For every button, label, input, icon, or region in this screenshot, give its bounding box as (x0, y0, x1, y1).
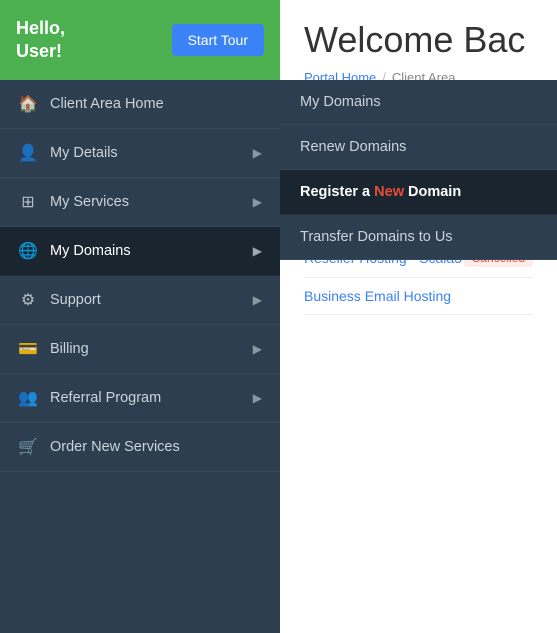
service-row-2: Business Email Hosting (304, 278, 533, 315)
sidebar-item-label: Referral Program (50, 390, 161, 406)
sidebar-item-label: Order New Services (50, 439, 180, 455)
services-icon: ⊞ (18, 192, 38, 212)
home-icon: 🏠 (18, 94, 38, 114)
dropdown-item-label: Transfer Domains to Us (300, 229, 453, 245)
dropdown-item-transfer-domains[interactable]: Transfer Domains to Us (280, 215, 557, 260)
chevron-right-icon: ▶ (253, 293, 262, 307)
chevron-right-icon: ▶ (253, 391, 262, 405)
chevron-right-icon: ▶ (253, 342, 262, 356)
chevron-right-icon: ▶ (253, 146, 262, 160)
sidebar-item-referral-program[interactable]: 👥 Referral Program ▶ (0, 374, 280, 423)
dropdown-item-renew-domains[interactable]: Renew Domains (280, 125, 557, 170)
dropdown-item-my-domains[interactable]: My Domains (280, 80, 557, 125)
sidebar-item-label: My Domains (50, 243, 131, 259)
sidebar-item-order-new-services[interactable]: 🛒 Order New Services (0, 423, 280, 472)
sidebar-item-label: Client Area Home (50, 96, 164, 112)
sidebar-item-my-domains[interactable]: 🌐 My Domains ▶ (0, 227, 280, 276)
new-text: New (374, 184, 404, 200)
referral-icon: 👥 (18, 388, 38, 408)
sidebar-item-label: Billing (50, 341, 89, 357)
billing-icon: 💳 (18, 339, 38, 359)
greeting-text: Hello, (16, 17, 65, 40)
sidebar-item-label: My Services (50, 194, 129, 210)
dropdown-item-register-domain[interactable]: Register a New Domain (280, 170, 557, 215)
username-text: User! (16, 40, 65, 63)
sidebar-greeting: Hello, User! (16, 17, 65, 64)
dropdown-item-label: Register a New Domain (300, 184, 461, 200)
sidebar-item-my-details[interactable]: 👤 My Details ▶ (0, 129, 280, 178)
sidebar-item-support[interactable]: ⚙ Support ▶ (0, 276, 280, 325)
support-icon: ⚙ (18, 290, 38, 310)
sidebar-item-label: Support (50, 292, 101, 308)
domains-icon: 🌐 (18, 241, 38, 261)
dropdown-item-label: Renew Domains (300, 139, 406, 155)
service-name-link[interactable]: Business Email Hosting (304, 288, 451, 304)
sidebar: Hello, User! Start Tour 🏠 Client Area Ho… (0, 0, 280, 633)
welcome-title: Welcome Bac (304, 20, 533, 60)
cart-icon: 🛒 (18, 437, 38, 457)
dropdown-item-label: My Domains (300, 94, 381, 110)
sidebar-item-label: My Details (50, 145, 118, 161)
chevron-right-icon: ▶ (253, 195, 262, 209)
sidebar-item-billing[interactable]: 💳 Billing ▶ (0, 325, 280, 374)
sidebar-item-client-area-home[interactable]: 🏠 Client Area Home (0, 80, 280, 129)
start-tour-button[interactable]: Start Tour (172, 24, 264, 56)
sidebar-header: Hello, User! Start Tour (0, 0, 280, 80)
user-icon: 👤 (18, 143, 38, 163)
sidebar-item-my-services[interactable]: ⊞ My Services ▶ (0, 178, 280, 227)
chevron-right-icon: ▶ (253, 244, 262, 258)
my-domains-dropdown: My Domains Renew Domains Register a New … (280, 80, 557, 260)
